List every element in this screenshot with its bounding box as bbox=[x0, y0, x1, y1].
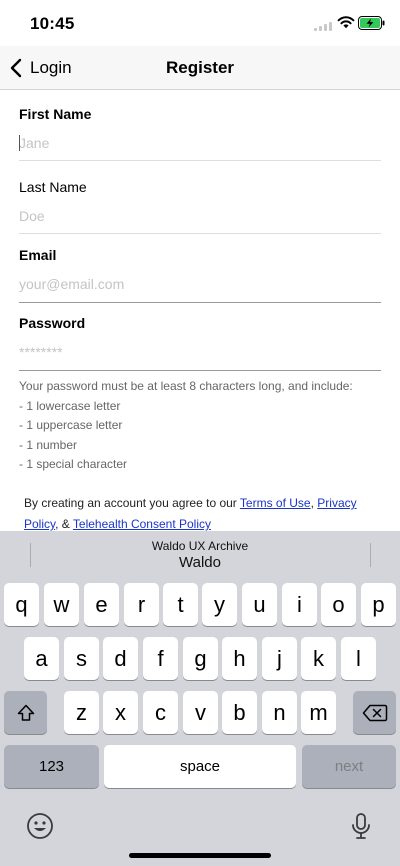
cellular-signal-icon bbox=[314, 21, 334, 31]
key-i[interactable]: i bbox=[282, 583, 317, 626]
key-a[interactable]: a bbox=[24, 637, 59, 680]
password-requirements: Your password must be at least 8 charact… bbox=[19, 377, 381, 475]
key-l[interactable]: l bbox=[341, 637, 376, 680]
key-h[interactable]: h bbox=[222, 637, 257, 680]
key-e[interactable]: e bbox=[84, 583, 119, 626]
first-name-underline bbox=[19, 160, 381, 161]
first-name-input[interactable] bbox=[19, 132, 381, 154]
email-field: Email bbox=[19, 247, 381, 303]
key-j[interactable]: j bbox=[262, 637, 297, 680]
keyboard: Waldo UX Archive Waldo q w e r t y u i o… bbox=[0, 531, 400, 866]
last-name-input[interactable] bbox=[19, 205, 381, 227]
key-t[interactable]: t bbox=[163, 583, 198, 626]
terms-separator: , & bbox=[55, 517, 73, 531]
last-name-field: Last Name bbox=[19, 179, 381, 234]
text-cursor bbox=[19, 135, 20, 151]
terms-of-use-link[interactable]: Terms of Use bbox=[240, 496, 311, 510]
email-label: Email bbox=[19, 247, 57, 263]
terms-prefix: By creating an account you agree to our bbox=[24, 496, 240, 510]
password-rule: - 1 uppercase letter bbox=[19, 418, 123, 432]
key-u[interactable]: u bbox=[242, 583, 277, 626]
key-w[interactable]: w bbox=[44, 583, 79, 626]
key-c[interactable]: c bbox=[143, 691, 178, 734]
suggestion-value: Waldo bbox=[179, 554, 221, 571]
backspace-icon bbox=[362, 704, 387, 721]
next-key[interactable]: next bbox=[302, 745, 396, 788]
key-p[interactable]: p bbox=[361, 583, 396, 626]
page-title: Register bbox=[165, 58, 235, 77]
first-name-label: First Name bbox=[19, 106, 92, 122]
key-z[interactable]: z bbox=[64, 691, 99, 734]
telehealth-consent-link[interactable]: Telehealth Consent Policy bbox=[73, 517, 211, 531]
emoji-icon[interactable] bbox=[25, 811, 55, 841]
password-hint-intro: Your password must be at least 8 charact… bbox=[19, 379, 353, 393]
key-y[interactable]: y bbox=[202, 583, 237, 626]
key-q[interactable]: q bbox=[4, 583, 39, 626]
numbers-key[interactable]: 123 bbox=[4, 745, 99, 788]
password-label: Password bbox=[19, 315, 86, 331]
microphone-icon[interactable] bbox=[346, 811, 376, 841]
status-time: 10:45 bbox=[30, 14, 75, 33]
key-s[interactable]: s bbox=[64, 637, 99, 680]
password-field: Password bbox=[19, 315, 381, 371]
key-g[interactable]: g bbox=[183, 637, 218, 680]
key-o[interactable]: o bbox=[321, 583, 356, 626]
key-f[interactable]: f bbox=[143, 637, 178, 680]
key-k[interactable]: k bbox=[301, 637, 336, 680]
key-r[interactable]: r bbox=[124, 583, 159, 626]
key-n[interactable]: n bbox=[262, 691, 297, 734]
terms-agreement: By creating an account you agree to our … bbox=[24, 493, 374, 535]
password-rule: - 1 lowercase letter bbox=[19, 398, 121, 413]
status-bar: 10:45 bbox=[0, 0, 400, 46]
backspace-key[interactable] bbox=[353, 691, 396, 734]
first-name-field: First Name bbox=[19, 106, 381, 161]
password-rule: - 1 number bbox=[19, 437, 78, 452]
suggestion-bar[interactable]: Waldo UX Archive Waldo bbox=[0, 531, 400, 573]
shift-key[interactable] bbox=[4, 691, 47, 734]
navigation-bar: Login Register bbox=[0, 46, 400, 90]
key-x[interactable]: x bbox=[103, 691, 138, 734]
last-name-underline bbox=[19, 233, 381, 234]
space-key[interactable]: space bbox=[104, 745, 296, 788]
key-d[interactable]: d bbox=[103, 637, 138, 680]
email-input[interactable] bbox=[19, 273, 381, 295]
key-m[interactable]: m bbox=[301, 691, 336, 734]
password-input[interactable] bbox=[19, 341, 381, 363]
wifi-icon bbox=[337, 16, 355, 29]
shift-icon bbox=[17, 704, 34, 721]
home-indicator bbox=[129, 853, 271, 858]
suggestion-title: Waldo UX Archive bbox=[151, 539, 249, 553]
key-b[interactable]: b bbox=[222, 691, 257, 734]
battery-charging-icon bbox=[358, 16, 385, 30]
key-v[interactable]: v bbox=[183, 691, 218, 734]
password-rule: - 1 special character bbox=[19, 457, 128, 471]
last-name-label: Last Name bbox=[19, 179, 87, 195]
password-underline bbox=[19, 370, 381, 371]
email-underline bbox=[19, 302, 381, 303]
